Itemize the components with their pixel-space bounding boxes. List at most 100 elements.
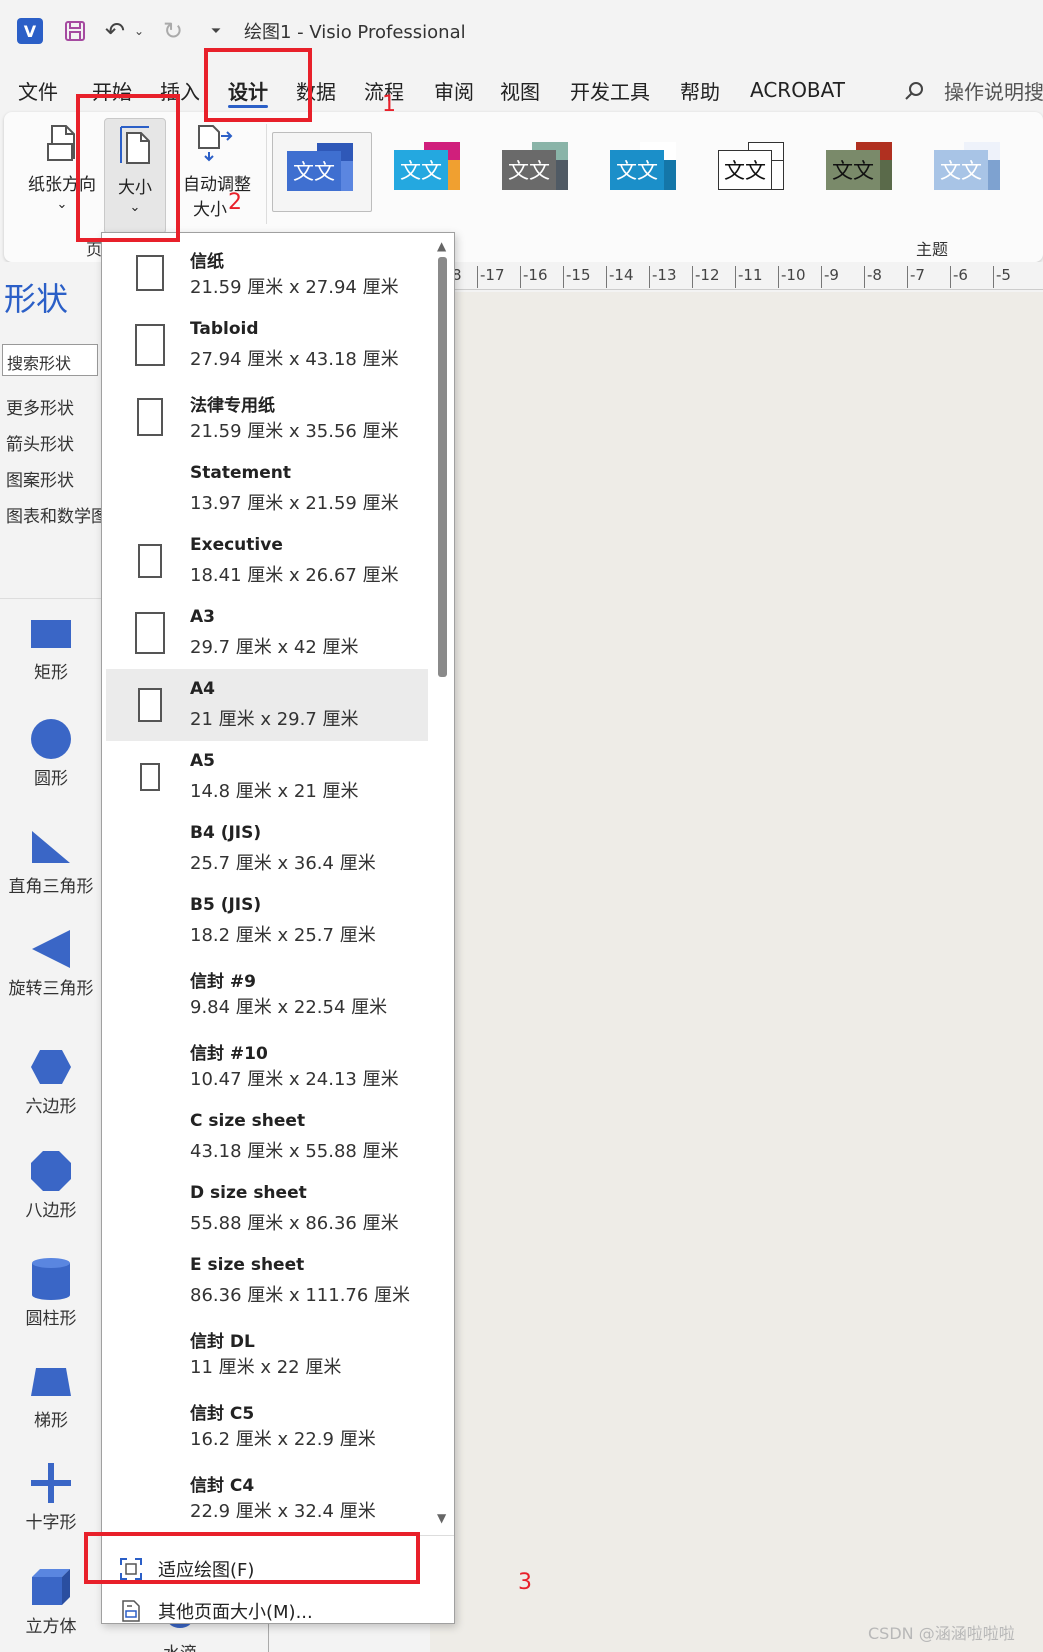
dropdown-scrollbar[interactable]: ▲ ▼ bbox=[432, 233, 454, 1533]
cross-icon bbox=[30, 1458, 72, 1508]
shape-label: 十字形 bbox=[25, 1513, 77, 1533]
auto-fit-icon bbox=[198, 125, 233, 162]
theme-option-4[interactable]: 文文 bbox=[596, 132, 696, 212]
page-size-option[interactable]: E size sheet 86.36 厘米 x 111.76 厘米 bbox=[106, 1245, 428, 1317]
shape-cylinder[interactable]: 圆柱形 bbox=[0, 1254, 102, 1329]
theme-option-7[interactable]: 文文 bbox=[920, 132, 1020, 212]
search-icon[interactable] bbox=[904, 80, 926, 102]
page-size-option[interactable]: 信封 C4 22.9 厘米 x 32.4 厘米 bbox=[106, 1461, 428, 1533]
page-size-option[interactable]: 信纸 21.59 厘米 x 27.94 厘米 bbox=[106, 237, 428, 309]
save-icon[interactable] bbox=[60, 14, 90, 48]
shape-rotated-triangle[interactable]: 旋转三角形 bbox=[0, 924, 102, 999]
scroll-up-icon[interactable]: ▲ bbox=[437, 239, 446, 253]
page-size-option[interactable]: A5 14.8 厘米 x 21 厘米 bbox=[106, 741, 428, 813]
page-size-dimensions: 29.7 厘米 x 42 厘米 bbox=[190, 637, 359, 658]
page-size-option[interactable]: 信封 #9 9.84 厘米 x 22.54 厘米 bbox=[106, 957, 428, 1029]
page-size-option[interactable]: 法律专用纸 21.59 厘米 x 35.56 厘米 bbox=[106, 381, 428, 453]
shape-octagon[interactable]: 八边形 bbox=[0, 1146, 102, 1221]
shape-search-input[interactable]: 搜索形状 bbox=[2, 344, 98, 376]
shape-hexagon[interactable]: 六边形 bbox=[0, 1042, 102, 1117]
shape-rectangle[interactable]: 矩形 bbox=[0, 608, 102, 683]
scroll-thumb[interactable] bbox=[438, 257, 447, 677]
trapezoid-icon bbox=[30, 1356, 72, 1406]
redo-icon[interactable]: ↻ bbox=[158, 14, 188, 48]
page-size-option[interactable]: B4 (JIS) 25.7 厘米 x 36.4 厘米 bbox=[106, 813, 428, 885]
shape-label: 圆形 bbox=[34, 769, 68, 789]
theme-sample-text: 文文 bbox=[724, 159, 766, 183]
shape-trapezoid[interactable]: 梯形 bbox=[0, 1356, 102, 1431]
page-size-option[interactable]: 信封 #10 10.47 厘米 x 24.13 厘米 bbox=[106, 1029, 428, 1101]
tab-review[interactable]: 审阅 bbox=[434, 70, 474, 110]
page-size-preview-icon bbox=[137, 398, 163, 436]
circle-icon bbox=[30, 714, 72, 764]
undo-icon[interactable]: ↶ bbox=[100, 14, 130, 48]
tell-me-search[interactable]: 操作说明搜 bbox=[944, 70, 1043, 110]
ruler-tick: -16 bbox=[520, 266, 548, 288]
shape-circle[interactable]: 圆形 bbox=[0, 714, 102, 789]
theme-sample-text: 文文 bbox=[400, 159, 442, 183]
page-size-preview-icon bbox=[135, 324, 165, 366]
tab-file[interactable]: 文件 bbox=[18, 70, 58, 110]
shape-label: 圆柱形 bbox=[25, 1309, 77, 1329]
visio-logo-icon: V bbox=[10, 14, 50, 48]
page-size-preview-icon bbox=[138, 688, 162, 722]
page-size-option[interactable]: Statement 13.97 厘米 x 21.59 厘米 bbox=[106, 453, 428, 525]
annotation-box-size-button bbox=[76, 94, 180, 242]
title-bar: V ↶ ⌄ ↻ ⏷ 绘图1 - Visio Professional bbox=[0, 0, 1043, 62]
scroll-down-icon[interactable]: ▼ bbox=[437, 1511, 446, 1525]
page-size-option[interactable]: B5 (JIS) 18.2 厘米 x 25.7 厘米 bbox=[106, 885, 428, 957]
page-size-name: B5 (JIS) bbox=[190, 895, 262, 915]
watermark: CSDN @涵涵啦啦啦 bbox=[868, 1624, 1015, 1643]
page-size-option[interactable]: 信封 C5 16.2 厘米 x 22.9 厘米 bbox=[106, 1389, 428, 1461]
page-size-option[interactable]: A3 29.7 厘米 x 42 厘米 bbox=[106, 597, 428, 669]
page-size-dimensions: 43.18 厘米 x 55.88 厘米 bbox=[190, 1141, 399, 1162]
stencil-divider bbox=[0, 598, 102, 599]
theme-option-5[interactable]: 文文 bbox=[704, 132, 804, 212]
page-size-dimensions: 18.2 厘米 x 25.7 厘米 bbox=[190, 925, 376, 946]
theme-option-2[interactable]: 文文 bbox=[380, 132, 480, 212]
tab-developer[interactable]: 开发工具 bbox=[570, 70, 650, 110]
page-size-option[interactable]: Executive 18.41 厘米 x 26.67 厘米 bbox=[106, 525, 428, 597]
undo-dropdown-icon[interactable]: ⌄ bbox=[132, 14, 146, 48]
quick-access-customize-icon[interactable]: ⏷ bbox=[206, 14, 226, 48]
auto-fit-label-2: 大小 bbox=[193, 200, 227, 220]
tab-help[interactable]: 帮助 bbox=[680, 70, 720, 110]
theme-front-swatch: 文文 bbox=[394, 150, 448, 190]
page-size-dimensions: 14.8 厘米 x 21 厘米 bbox=[190, 781, 359, 802]
shape-label: 八边形 bbox=[25, 1201, 77, 1221]
tab-acrobat[interactable]: ACROBAT bbox=[750, 70, 845, 110]
shape-label: 直角三角形 bbox=[8, 877, 94, 897]
more-page-sizes-command[interactable]: 其他页面大小(M)... bbox=[118, 1593, 313, 1629]
drawing-canvas[interactable] bbox=[430, 292, 1043, 1652]
page-size-option[interactable]: Tabloid 27.94 厘米 x 43.18 厘米 bbox=[106, 309, 428, 381]
shape-cross[interactable]: 十字形 bbox=[0, 1458, 102, 1533]
ruler-tick: -7 bbox=[907, 266, 925, 288]
page-size-dimensions: 21 厘米 x 29.7 厘米 bbox=[190, 709, 359, 730]
tab-view[interactable]: 视图 bbox=[500, 70, 540, 110]
stencil-more-shapes[interactable]: 更多形状 bbox=[6, 394, 74, 419]
theme-sample-text: 文文 bbox=[508, 159, 550, 183]
page-size-dimensions: 11 厘米 x 22 厘米 bbox=[190, 1357, 342, 1378]
shape-right-triangle[interactable]: 直角三角形 bbox=[0, 822, 102, 897]
page-setup-icon bbox=[118, 1598, 144, 1624]
page-size-option[interactable]: C size sheet 43.18 厘米 x 55.88 厘米 bbox=[106, 1101, 428, 1173]
theme-option-6[interactable]: 文文 bbox=[812, 132, 912, 212]
stencil-chart-math-shapes[interactable]: 图表和数学图 bbox=[6, 502, 108, 527]
page-size-preview-icon bbox=[138, 544, 162, 578]
annotation-step-3: 3 bbox=[518, 1570, 532, 1595]
ruler-tick: -12 bbox=[692, 266, 720, 288]
window-title: 绘图1 - Visio Professional bbox=[244, 22, 466, 43]
page-size-dimensions: 21.59 厘米 x 27.94 厘米 bbox=[190, 277, 399, 298]
ruler-tick: -6 bbox=[950, 266, 968, 288]
theme-option-3[interactable]: 文文 bbox=[488, 132, 588, 212]
stencil-arrow-shapes[interactable]: 箭头形状 bbox=[6, 430, 74, 455]
page-size-option[interactable]: A4 21 厘米 x 29.7 厘米 bbox=[106, 669, 428, 741]
shape-label: 梯形 bbox=[34, 1411, 68, 1431]
page-size-option[interactable]: 信封 DL 11 厘米 x 22 厘米 bbox=[106, 1317, 428, 1389]
stencil-pattern-shapes[interactable]: 图案形状 bbox=[6, 466, 74, 491]
page-size-name: E size sheet bbox=[190, 1255, 305, 1275]
ruler-tick: -11 bbox=[735, 266, 763, 288]
page-size-option[interactable]: D size sheet 55.88 厘米 x 86.36 厘米 bbox=[106, 1173, 428, 1245]
theme-option-1[interactable]: 文文 bbox=[272, 132, 372, 212]
ruler-tick: -9 bbox=[821, 266, 839, 288]
